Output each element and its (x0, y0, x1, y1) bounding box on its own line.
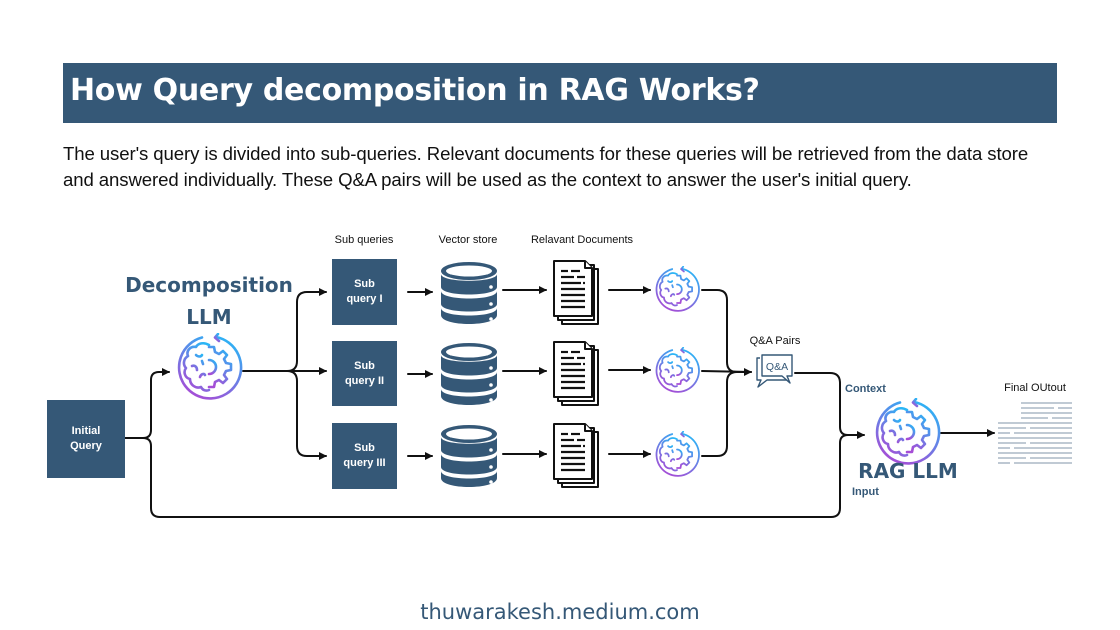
connector-llm3-to-qa (701, 371, 738, 457)
connector-initial-to-branch (124, 368, 170, 439)
final-output-label: Final OUtout (1004, 382, 1066, 394)
qa-pairs-label: Q&A Pairs (749, 335, 801, 347)
sub-query-1-line1: Sub (354, 278, 375, 290)
sub-query-1-line2: query I (346, 293, 383, 305)
brain-gear-icon (655, 431, 700, 477)
documents-icon (553, 260, 599, 325)
chat-bubbles-icon: Q&A (756, 354, 793, 388)
initial-query-line2: Query (70, 440, 102, 452)
database-icon (441, 425, 497, 487)
sub-query-2-line1: Sub (354, 359, 375, 372)
connector-initial-to-rag-input (142, 431, 865, 518)
documents-icon (553, 341, 599, 406)
connector-decomp-to-subquery-1 (286, 288, 327, 372)
documents-icon (553, 423, 599, 488)
connector-llm2-to-qa (701, 370, 752, 373)
connector-qa-to-rag-context (794, 372, 849, 436)
decomposition-llm-label-2: LLM (186, 305, 232, 329)
decomposition-llm-label: Decomposition (125, 273, 293, 297)
initial-query-line1: Initial (71, 425, 101, 437)
brain-gear-icon (875, 398, 941, 465)
connector-llm1-to-qa (701, 289, 752, 376)
sub-query-box-3: Sub query III (332, 423, 397, 489)
sub-query-2-line2: query II (344, 374, 385, 387)
connector-decomp-to-subquery-3 (286, 370, 327, 460)
sub-query-3-line1: Sub (354, 442, 375, 454)
sub-query-box-2: Sub query II (332, 341, 397, 406)
rag-llm-label: RAG LLM (858, 459, 958, 483)
sub-query-3-line2: query III (343, 457, 386, 469)
database-icon (441, 262, 497, 324)
brain-gear-icon (655, 347, 700, 393)
footer-url: thuwarakesh.medium.com (420, 600, 700, 624)
initial-query-box: Initial Query (47, 400, 125, 478)
brain-gear-icon (655, 266, 700, 312)
sub-query-box-1: Sub query I (332, 259, 397, 325)
context-label: Context (845, 383, 886, 395)
database-icon (441, 343, 497, 405)
brain-gear-icon (177, 333, 243, 400)
qa-icon-text: Q&A (766, 361, 788, 373)
text-lines-icon (998, 402, 1072, 464)
input-label: Input (852, 486, 879, 498)
